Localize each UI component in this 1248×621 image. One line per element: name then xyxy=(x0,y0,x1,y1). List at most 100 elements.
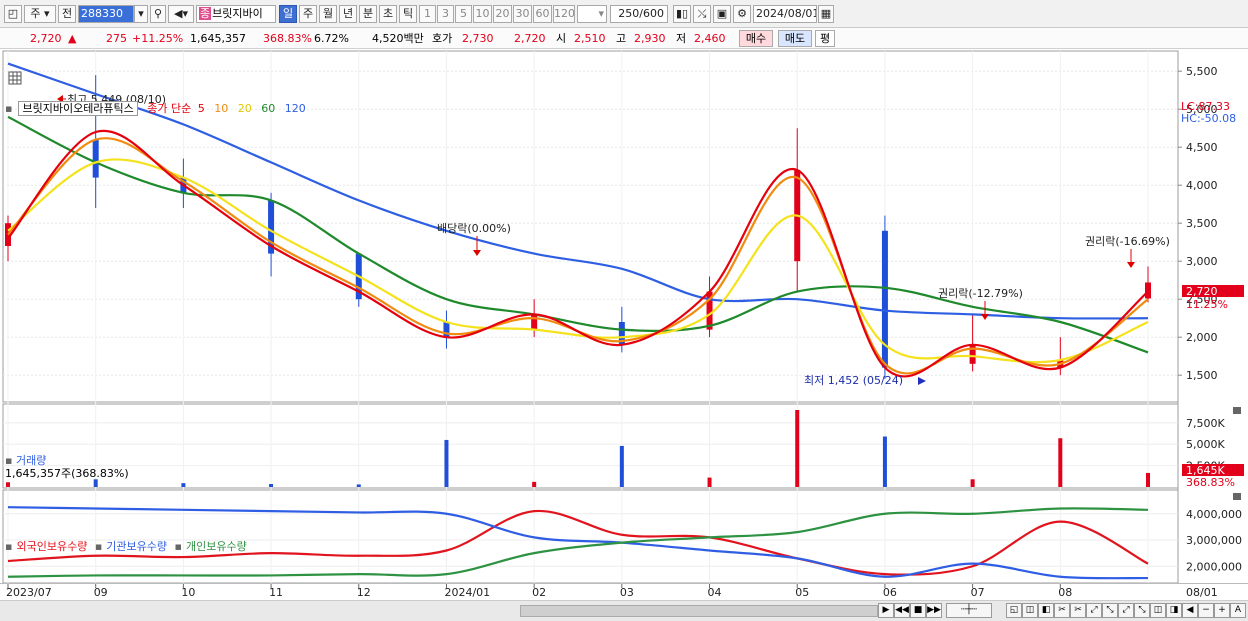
period-tab-month[interactable]: 월 xyxy=(319,5,337,23)
interval-3[interactable]: 3 xyxy=(437,5,454,23)
date-input[interactable]: 2024/08/01 xyxy=(753,5,817,23)
volume-bar xyxy=(356,484,361,487)
volume-bar xyxy=(181,483,186,487)
interval-60[interactable]: 60 xyxy=(533,5,552,23)
tool-1-icon[interactable]: ◱ xyxy=(1006,603,1022,618)
quote-label: 호가 xyxy=(432,32,453,45)
turnover-rate: 6.72% xyxy=(314,32,349,45)
volume-panel-frame xyxy=(2,403,1179,489)
scroll-bar[interactable]: ▶ ◀◀ ■ ▶▶ ┄┼┄ ◱ ◫ ◧ ✂ ✂ ⤢ ⤡ ⤢ ⤡ ◫ ◨ ◀ − … xyxy=(0,600,1248,621)
interval-120[interactable]: 120 xyxy=(553,5,575,23)
zoom-in-icon[interactable]: + xyxy=(1214,603,1230,618)
chart-area[interactable]: 5,500 5,000 4,500 4,000 3,500 3,000 2,500 2,000… xyxy=(0,49,1248,621)
annotation-rights-2-text: 권리락(-16.69%) xyxy=(1085,235,1170,248)
count-input[interactable]: 250/600 xyxy=(610,5,668,23)
tool-6-icon[interactable]: ⤢ xyxy=(1086,603,1102,618)
legend-ma-5: 5 xyxy=(197,102,205,115)
scroll-thumb[interactable] xyxy=(520,605,878,617)
date-label: 08 xyxy=(1058,586,1072,599)
annotation-rights-1-text: 권리락(-12.79%) xyxy=(938,287,1023,300)
period-tab-year[interactable]: 년 xyxy=(339,5,357,23)
interval-30[interactable]: 30 xyxy=(513,5,532,23)
auto-scale-icon[interactable]: A xyxy=(1230,603,1246,618)
market-select[interactable]: 주 ▾ xyxy=(24,5,56,23)
tool-8-icon[interactable]: ⤢ xyxy=(1118,603,1134,618)
interval-1[interactable]: 1 xyxy=(419,5,436,23)
scroll-first-icon[interactable]: ◀◀ xyxy=(894,603,910,618)
interval-5[interactable]: 5 xyxy=(455,5,472,23)
volume-panel-close-icon[interactable] xyxy=(1233,407,1241,414)
sell-button[interactable]: 매도 xyxy=(778,30,812,47)
tool-11-icon[interactable]: ◨ xyxy=(1166,603,1182,618)
open-label: 시 xyxy=(556,32,567,45)
name-badge: 종 xyxy=(199,7,212,20)
prev-button[interactable]: 전 xyxy=(58,5,76,23)
ask-price: 2,730 xyxy=(462,32,494,45)
lc-hc-readout: LC:87.33 HC:-50.08 xyxy=(1181,101,1236,125)
stock-code-input[interactable]: 288330 xyxy=(78,5,134,23)
tool-2-icon[interactable]: ◫ xyxy=(1022,603,1038,618)
zoom-out-icon[interactable]: − xyxy=(1198,603,1214,618)
period-tab-day[interactable]: 일 xyxy=(279,5,297,23)
save-icon[interactable]: ▣ xyxy=(713,5,731,23)
date-label: 06 xyxy=(883,586,897,599)
tool-4-icon[interactable]: ✂ xyxy=(1054,603,1070,618)
zoom-left-icon[interactable]: ◀ xyxy=(1182,603,1198,618)
speaker-icon[interactable]: ◀▾ xyxy=(168,5,194,23)
holding-panel-close-icon[interactable] xyxy=(1233,493,1241,500)
tool-3-icon[interactable]: ◧ xyxy=(1038,603,1054,618)
draw-tool-icon[interactable]: ⤯ xyxy=(693,5,711,23)
annotation-dividend-text: 배당락(0.00%) xyxy=(437,222,511,235)
buy-button[interactable]: 매수 xyxy=(739,30,773,47)
holding-legend: ▪ 외국인보유수량 ▪ 기관보유수량 ▪ 개인보유수량 xyxy=(5,540,251,553)
stock-name: 브릿지바이 xyxy=(212,7,263,20)
grid-table-icon[interactable] xyxy=(8,71,22,85)
gear-icon[interactable]: ⚙ xyxy=(733,5,751,23)
current-price-axis-label: 2,720 xyxy=(1186,285,1218,298)
price-tick-label: 5,500 xyxy=(1186,65,1218,78)
zoom-slider[interactable]: ┄┼┄ xyxy=(946,603,992,618)
chart-window: ◰ 주 ▾ 전 288330 ▾ ⚲ ◀▾ 종 브릿지바이 일 주 월 년 분 초… xyxy=(0,0,1248,621)
tool-9-icon[interactable]: ⤡ xyxy=(1134,603,1150,618)
period-tab-second[interactable]: 초 xyxy=(379,5,397,23)
scroll-right-icon[interactable]: ▶ xyxy=(878,603,894,618)
stock-chart[interactable]: 5,5005,0004,5004,0003,5003,0002,5002,000… xyxy=(0,49,1248,584)
tool-5-icon[interactable]: ✂ xyxy=(1070,603,1086,618)
interval-20[interactable]: 20 xyxy=(493,5,512,23)
price-tick-label: 3,500 xyxy=(1186,217,1218,230)
volume-bar xyxy=(619,445,624,487)
candle-body xyxy=(443,322,450,338)
stock-name-field[interactable]: 종 브릿지바이 xyxy=(196,5,276,23)
eval-button[interactable]: 평 xyxy=(815,30,835,47)
scroll-last-icon[interactable]: ▶▶ xyxy=(926,603,942,618)
date-label: 2023/07 xyxy=(6,586,52,599)
price-tick-label: 4,500 xyxy=(1186,141,1218,154)
hc-value: HC:-50.08 xyxy=(1181,112,1237,125)
interval-10[interactable]: 10 xyxy=(473,5,492,23)
candle-type-icon[interactable]: ▮▯ xyxy=(673,5,691,23)
tool-7-icon[interactable]: ⤡ xyxy=(1102,603,1118,618)
search-icon[interactable]: ⚲ xyxy=(150,5,166,23)
date-label: 09 xyxy=(94,586,108,599)
period-tab-tick[interactable]: 틱 xyxy=(399,5,417,23)
holding-tick-label: 4,000,000 xyxy=(1186,508,1242,521)
date-right-label: 08/01 xyxy=(1186,586,1218,599)
candle-body xyxy=(1145,282,1151,299)
date-axis: 2023/07 09 10 11 12 2024/01 02 03 04 05 06 07 08 08/0… xyxy=(0,583,1248,600)
date-label: 2024/01 xyxy=(444,586,490,599)
period-tab-week[interactable]: 주 xyxy=(299,5,317,23)
high-label: 고 xyxy=(616,32,627,45)
volume-bar xyxy=(707,477,712,487)
calendar-icon[interactable]: ▦ xyxy=(818,5,834,23)
volume-bar xyxy=(6,482,10,487)
stop-icon[interactable]: ■ xyxy=(910,603,926,618)
date-label: 11 xyxy=(269,586,283,599)
period-tab-minute[interactable]: 분 xyxy=(359,5,377,23)
interval-custom-input[interactable]: ▾ xyxy=(577,5,607,23)
legend-stock-name[interactable]: 브릿지바이오테라퓨틱스 xyxy=(18,101,138,116)
tool-10-icon[interactable]: ◫ xyxy=(1150,603,1166,618)
date-label: 04 xyxy=(708,586,722,599)
volume-readout: 1,645,357주(368.83%) xyxy=(5,467,129,480)
window-menu-icon[interactable]: ◰ xyxy=(4,5,22,23)
code-dropdown-icon[interactable]: ▾ xyxy=(134,5,148,23)
